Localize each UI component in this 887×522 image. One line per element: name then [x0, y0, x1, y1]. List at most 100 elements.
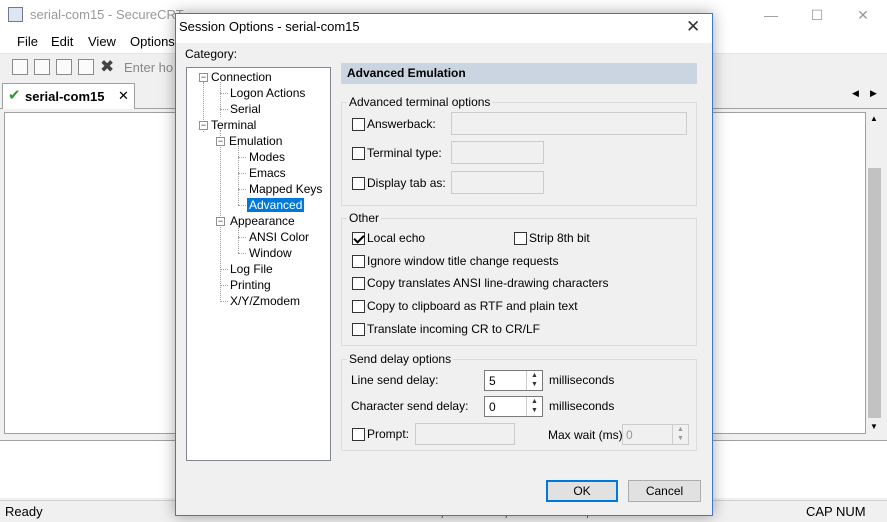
tree-item-connection[interactable]: Connection: [211, 70, 272, 84]
quick-connect-icon[interactable]: [34, 59, 50, 75]
tree-connector: [220, 93, 228, 94]
tree-connector: [220, 269, 228, 270]
copy-clipboard-checkbox[interactable]: [352, 300, 365, 313]
copy-translates-checkbox[interactable]: [352, 277, 365, 290]
answerback-input[interactable]: [451, 112, 687, 135]
status-num: NUM: [836, 504, 866, 519]
status-cap: CAP: [806, 504, 833, 519]
tree-item-logon-actions[interactable]: Logon Actions: [230, 86, 305, 100]
tree-collapse-icon[interactable]: −: [199, 121, 208, 130]
ok-button[interactable]: OK: [546, 480, 618, 502]
prompt-input[interactable]: [415, 423, 515, 445]
tree-item-printing[interactable]: Printing: [230, 278, 271, 292]
advanced-terminal-group-title: Advanced terminal options: [347, 95, 493, 109]
tree-item-emacs[interactable]: Emacs: [249, 166, 286, 180]
tree-collapse-icon[interactable]: −: [216, 217, 225, 226]
tree-item-xyzmodem[interactable]: X/Y/Zmodem: [230, 294, 300, 308]
dialog-close-icon[interactable]: ✕: [686, 17, 700, 37]
dialog-title: Session Options - serial-com15: [179, 19, 360, 34]
tree-connector: [238, 205, 246, 206]
minimize-icon[interactable]: —: [748, 0, 794, 30]
spin-down-icon[interactable]: ▼: [673, 434, 688, 444]
menu-edit[interactable]: Edit: [51, 34, 73, 49]
scroll-down-icon[interactable]: ▼: [870, 422, 878, 431]
tab-scroll-left-icon[interactable]: ◀: [852, 88, 859, 99]
tree-connector: [238, 237, 246, 238]
tree-item-advanced[interactable]: Advanced: [247, 198, 305, 212]
char-send-delay-label: Character send delay:: [351, 399, 469, 413]
tree-connector: [220, 285, 228, 286]
ignore-title-checkbox[interactable]: [352, 255, 365, 268]
tree-item-serial[interactable]: Serial: [230, 102, 261, 116]
answerback-label: Answerback:: [367, 117, 436, 131]
tree-connector: [238, 189, 246, 190]
max-wait-label: Max wait (ms):: [548, 428, 626, 442]
tab-scroll-right-icon[interactable]: ▶: [870, 88, 877, 99]
char-send-delay-spinner[interactable]: ▲ ▼: [526, 397, 542, 416]
prompt-checkbox[interactable]: [352, 428, 365, 441]
tree-connector: [238, 253, 246, 254]
tree-connector: [238, 226, 239, 253]
display-tab-checkbox[interactable]: [352, 177, 365, 190]
char-delay-unit: milliseconds: [549, 399, 615, 413]
translate-cr-label: Translate incoming CR to CR/LF: [367, 322, 540, 336]
max-wait-spinner[interactable]: ▲ ▼: [672, 425, 688, 444]
tree-connector: [220, 109, 228, 110]
tree-collapse-icon[interactable]: −: [199, 73, 208, 82]
connect-in-tab-icon[interactable]: [56, 59, 72, 75]
tree-item-ansi-color[interactable]: ANSI Color: [249, 230, 309, 244]
tree-item-log-file[interactable]: Log File: [230, 262, 273, 276]
menu-file[interactable]: File: [17, 34, 38, 49]
category-tree[interactable]: − Connection Logon Actions Serial − Term…: [186, 67, 331, 461]
display-tab-input[interactable]: [451, 171, 544, 194]
copy-translates-label: Copy translates ANSI line-drawing charac…: [367, 276, 609, 290]
quick-connect-input[interactable]: Enter ho: [124, 60, 173, 75]
char-send-delay-input[interactable]: 0 ▲ ▼: [484, 396, 543, 417]
display-tab-label: Display tab as:: [367, 176, 446, 190]
tree-item-terminal[interactable]: Terminal: [211, 118, 256, 132]
tree-collapse-icon[interactable]: −: [216, 137, 225, 146]
answerback-checkbox[interactable]: [352, 118, 365, 131]
other-group-title: Other: [347, 211, 382, 225]
maximize-icon[interactable]: ☐: [794, 0, 840, 30]
connected-check-icon: ✔: [8, 87, 21, 104]
strip-8th-bit-checkbox[interactable]: [514, 232, 527, 245]
tree-item-window[interactable]: Window: [249, 246, 292, 260]
spin-down-icon[interactable]: ▼: [527, 406, 542, 416]
max-wait-input[interactable]: 0 ▲ ▼: [622, 424, 689, 445]
session-tab-label: serial-com15: [25, 89, 105, 104]
close-window-icon[interactable]: ✕: [840, 0, 886, 30]
line-send-delay-spinner[interactable]: ▲ ▼: [526, 371, 542, 390]
disconnect-icon[interactable]: ✖: [100, 57, 114, 77]
translate-cr-checkbox[interactable]: [352, 323, 365, 336]
terminal-scrollbar[interactable]: ▲ ▼: [866, 112, 883, 434]
tree-connector: [238, 146, 239, 205]
tab-close-icon[interactable]: ✕: [118, 88, 129, 104]
tree-item-mapped-keys[interactable]: Mapped Keys: [249, 182, 322, 196]
connect-icon[interactable]: [12, 59, 28, 75]
tree-item-emulation[interactable]: Emulation: [229, 134, 282, 148]
cancel-button[interactable]: Cancel: [628, 480, 701, 502]
ignore-title-label: Ignore window title change requests: [367, 254, 559, 268]
tree-item-appearance[interactable]: Appearance: [230, 214, 295, 228]
scroll-up-icon[interactable]: ▲: [870, 114, 878, 123]
reconnect-icon[interactable]: [78, 59, 94, 75]
panel-title: Advanced Emulation: [347, 66, 466, 80]
session-tab[interactable]: ✔ serial-com15 ✕: [2, 83, 135, 109]
local-echo-label: Local echo: [367, 231, 426, 245]
tree-connector: [238, 157, 246, 158]
spin-down-icon[interactable]: ▼: [527, 380, 542, 390]
scroll-thumb[interactable]: [868, 168, 881, 418]
menu-view[interactable]: View: [88, 34, 116, 49]
local-echo-checkbox[interactable]: [352, 232, 365, 245]
max-wait-value: 0: [626, 428, 633, 442]
line-send-delay-input[interactable]: 5 ▲ ▼: [484, 370, 543, 391]
panel-header: Advanced Emulation: [341, 63, 697, 84]
line-delay-unit: milliseconds: [549, 373, 615, 387]
terminal-type-checkbox[interactable]: [352, 147, 365, 160]
dialog-titlebar: Session Options - serial-com15 ✕: [176, 14, 712, 43]
menu-options[interactable]: Options: [130, 34, 175, 49]
tree-item-modes[interactable]: Modes: [249, 150, 285, 164]
terminal-type-input[interactable]: [451, 141, 544, 164]
tree-connector: [220, 82, 221, 117]
